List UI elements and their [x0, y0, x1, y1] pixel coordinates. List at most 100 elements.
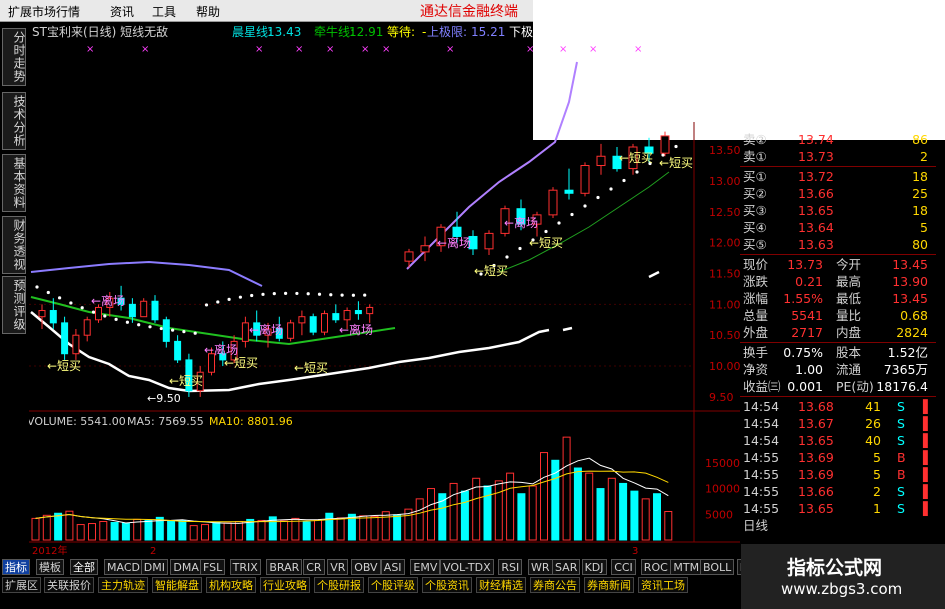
signal-label-sell: ←离场 [504, 215, 538, 230]
watermark-title: 指标公式网 [787, 557, 883, 579]
candle-body [298, 316, 306, 324]
signal-marker: × [446, 44, 454, 55]
nav-tab[interactable]: 个股评级 [368, 577, 418, 593]
indicator-tab[interactable]: ASI [380, 559, 405, 575]
indicator-tab[interactable]: EMV [410, 559, 441, 575]
nav-tab[interactable]: 财经精选 [476, 577, 526, 593]
signal-label-buy: ←短买 [659, 156, 693, 170]
signal-marker: × [634, 44, 642, 55]
nav-tab[interactable]: 机构攻略 [206, 577, 256, 593]
indicator-tab[interactable]: ROC [640, 559, 671, 575]
tab-profile[interactable]: 基本资料 [2, 154, 26, 212]
volume-bar [427, 488, 435, 541]
volume-bar [517, 493, 526, 541]
volume-tick: 10000 [705, 483, 740, 496]
signal-marker: × [526, 44, 534, 55]
nav-tab[interactable]: 扩展区 [2, 577, 41, 593]
indicator-tab[interactable]: CCI [611, 559, 636, 575]
volume-bar [653, 493, 661, 541]
signal-label-buy: ←短买 [529, 236, 563, 250]
support-dot [557, 221, 561, 225]
period-label: 日线 [743, 518, 769, 533]
nav-tab[interactable]: 主力轨迹 [98, 577, 148, 593]
tab-technical[interactable]: 技术分析 [2, 92, 26, 150]
indicator-tab[interactable]: 全部 [70, 559, 98, 575]
indicator-tab[interactable]: RSI [498, 559, 523, 575]
nav-tab[interactable]: 个股研报 [314, 577, 364, 593]
chart-title: ST宝利来(日线) 短线无敌 [32, 24, 168, 39]
tab-intraday[interactable]: 分时走势 [2, 28, 26, 86]
tick-bar: ▐ [918, 450, 928, 465]
stat-value: 1.52亿 [887, 345, 928, 360]
menu-extended-market[interactable]: 扩展市场行情 [8, 3, 80, 20]
indicator-tab[interactable]: 模板 [36, 559, 64, 575]
support-dot [91, 310, 96, 314]
nav-tab[interactable]: 券商新闻 [584, 577, 634, 593]
support-dot [204, 303, 209, 307]
price-axis: 13.50 13.00 12.50 12.00 11.50 11.00 10.50 10.00… [709, 144, 740, 404]
nav-tab[interactable]: 智能解盘 [152, 577, 202, 593]
indicator-tab[interactable]: BOLL [700, 559, 735, 575]
candle-body [72, 334, 80, 355]
nav-tab[interactable]: 行业攻略 [260, 577, 310, 593]
indicator-tab[interactable]: DMA [170, 559, 202, 575]
indicator-tab[interactable]: OBV [351, 559, 381, 575]
kline-chart[interactable]: ST宝利来(日线) 短线无敌 晨星线:13.43 牵牛线:12.91 等待: - 上极限… [29, 22, 740, 558]
stat-label: 换手 [743, 345, 769, 360]
tick-volume: 5 [873, 450, 881, 465]
tab-rating[interactable]: 预测评级 [2, 276, 26, 334]
stat-value: 1.00 [795, 362, 823, 377]
support-dot [351, 293, 355, 297]
tab-finance[interactable]: 财务透视 [2, 216, 26, 274]
nav-tab[interactable]: 关联报价 [44, 577, 94, 593]
volume-tick: 15000 [705, 457, 740, 470]
support-dot [317, 292, 322, 296]
menu-tools[interactable]: 工具 [152, 3, 176, 20]
indicator-tab[interactable]: MACD [104, 559, 143, 575]
support-dot [306, 292, 310, 296]
indicator-tab[interactable]: SAR [552, 559, 581, 575]
support-dot [182, 330, 186, 334]
nav-tab[interactable]: 个股资讯 [422, 577, 472, 593]
nav-tab[interactable]: 券商公告 [530, 577, 580, 593]
indicator-tab[interactable]: VOL-TDX [440, 559, 494, 575]
buy-price: 13.66 [798, 186, 834, 201]
menu-news[interactable]: 资讯 [110, 3, 134, 20]
support-dot [609, 187, 613, 191]
indicator-tab[interactable]: BRAR [266, 559, 303, 575]
indicator-tab[interactable]: MTM [670, 559, 703, 575]
indicator-tab[interactable]: KDJ [581, 559, 607, 575]
buy-volume: 18 [912, 203, 928, 218]
tick-time: 14:55 [743, 501, 780, 516]
tick-time: 14:55 [743, 467, 780, 482]
indicator-tab[interactable]: TRIX [229, 559, 261, 575]
nav-tab[interactable]: 资讯工场 [638, 577, 688, 593]
indicator-tab[interactable]: CR [303, 559, 325, 575]
volume-bar [65, 510, 74, 541]
stat-label: 股本 [836, 345, 862, 360]
indicator-tab[interactable]: FSL [200, 559, 226, 575]
signal-label-buy: ←短买 [169, 374, 203, 388]
buy-volume: 25 [912, 186, 928, 201]
indicator-tab[interactable]: VR [327, 559, 349, 575]
stat-label: 涨幅 [743, 291, 769, 306]
volume-bar [99, 520, 108, 541]
candle-body [140, 300, 148, 318]
indicator-tab[interactable]: WR [528, 559, 553, 575]
menu-help[interactable]: 帮助 [196, 3, 220, 20]
volume-bar [551, 459, 560, 541]
indicator-tab[interactable]: 指标 [2, 559, 30, 575]
support-dot [284, 291, 288, 295]
signal-label-sell: ←离场 [249, 322, 283, 337]
tick-side: S [897, 399, 905, 414]
support-dot [171, 328, 175, 332]
volume-bar [393, 514, 402, 541]
volume-bar [234, 520, 243, 541]
indicator-tab[interactable]: DMI [140, 559, 169, 575]
price-tick: 12.50 [709, 206, 740, 219]
signal-label-buy: ←短买 [224, 356, 258, 370]
volume-bar [460, 490, 469, 541]
signal-label-buy: ←短买 [619, 151, 653, 165]
price-tick: 10.50 [709, 329, 740, 342]
signal-marker: × [255, 44, 263, 55]
